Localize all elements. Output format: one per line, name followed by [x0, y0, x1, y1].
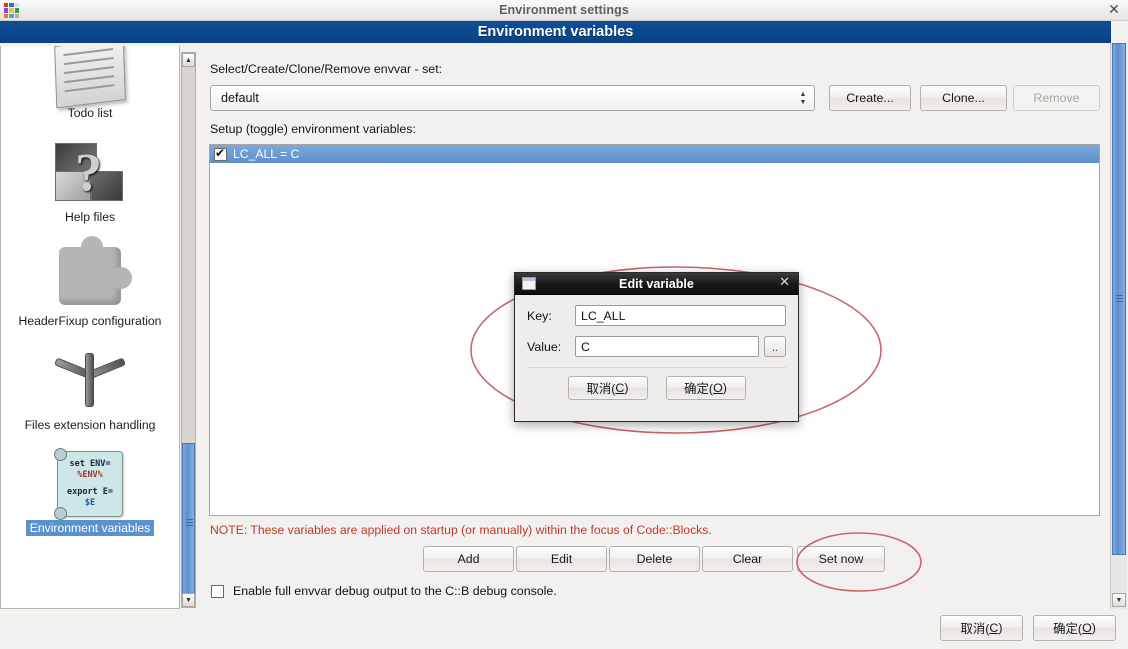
delete-button[interactable]: Delete: [609, 546, 700, 572]
row-label: LC_ALL = C: [233, 147, 300, 161]
browse-button[interactable]: ..: [764, 336, 786, 357]
dialog-close-icon[interactable]: ✕: [779, 275, 790, 290]
edit-button[interactable]: Edit: [516, 546, 607, 572]
page-scroll-down-icon[interactable]: ▼: [1112, 593, 1126, 607]
dialog-ok-accel: O: [713, 381, 723, 395]
value-field-row: Value: C ..: [527, 336, 786, 357]
dialog-cancel-accel: C: [615, 381, 625, 395]
page-scrollbar[interactable]: ▼: [1110, 43, 1127, 609]
table-row[interactable]: LC_ALL = C: [210, 145, 1099, 163]
ok-button-suffix: ): [1091, 621, 1096, 635]
chevron-updown-icon[interactable]: ▲ ▼: [797, 89, 809, 108]
sidebar-item-environment-variables[interactable]: set ENV= %ENV% export E= $E Environment …: [1, 442, 179, 544]
envvar-icon-line1: set ENV=: [69, 459, 111, 469]
dialog-cancel-button[interactable]: 取消(C): [567, 376, 648, 400]
envvar-icon-line3: export E=: [66, 487, 114, 497]
envvar-icon-line2: %ENV%: [77, 470, 103, 480]
dialog-ok-button[interactable]: 确定(O): [665, 376, 746, 400]
debug-output-checkbox-row[interactable]: Enable full envvar debug output to the C…: [211, 584, 557, 598]
create-button[interactable]: Create...: [829, 85, 911, 111]
set-now-button[interactable]: Set now: [797, 546, 885, 572]
dialog-cancel-text: 取消(: [586, 382, 616, 396]
app-window: Environment settings ✕ Environment varia…: [0, 0, 1128, 649]
todo-list-icon: [1, 46, 179, 109]
sidebar-item-help-files[interactable]: ? Help files: [1, 130, 179, 234]
sidebar-item-todo-list[interactable]: Todo list: [1, 46, 179, 130]
dialog-ok-suffix: ): [722, 381, 727, 395]
sidebar-item-label: Todo list: [67, 106, 113, 120]
key-input[interactable]: LC_ALL: [575, 305, 786, 326]
page-scrollbar-thumb[interactable]: [1112, 43, 1126, 555]
edit-variable-dialog: Edit variable ✕ Key: LC_ALL Value: C .. …: [514, 272, 799, 422]
key-field-row: Key: LC_ALL: [527, 305, 786, 326]
cancel-button[interactable]: 取消(C): [940, 615, 1023, 641]
sidebar-scrollbar[interactable]: ▲ ▼: [181, 52, 196, 608]
dialog-button-row: 取消(C) 确定(O): [527, 376, 786, 400]
page-title: Environment variables: [0, 21, 1111, 43]
scrollbar-grip-icon: [1116, 295, 1123, 303]
value-label: Value:: [527, 339, 562, 354]
dialog-separator: [527, 367, 786, 368]
clear-button[interactable]: Clear: [702, 546, 793, 572]
close-icon[interactable]: ✕: [1107, 2, 1121, 18]
row-checkbox[interactable]: [214, 146, 227, 161]
dialog-body: Key: LC_ALL Value: C .. 取消(C) 确定(O): [515, 295, 798, 400]
puzzle-piece-icon: [1, 236, 179, 312]
cancel-button-text: 取消(: [960, 622, 990, 636]
os-window-title: Environment settings: [499, 3, 629, 17]
envvar-set-select[interactable]: default ▲ ▼: [210, 85, 815, 111]
sidebar-item-label: HeaderFixup configuration: [18, 314, 162, 328]
debug-output-label: Enable full envvar debug output to the C…: [233, 584, 557, 598]
help-files-icon: ?: [1, 136, 179, 208]
scrollbar-grip-icon: [186, 519, 193, 527]
sidebar-item-headerfixup[interactable]: HeaderFixup configuration: [1, 234, 179, 338]
sidebar-item-label-selected: Environment variables: [25, 520, 155, 536]
key-label: Key:: [527, 308, 552, 323]
envvar-set-label: Select/Create/Clone/Remove envvar - set:: [210, 62, 443, 76]
sidebar-scrollbar-thumb[interactable]: [182, 443, 195, 603]
os-titlebar: Environment settings ✕: [0, 0, 1128, 21]
value-input[interactable]: C: [575, 336, 759, 357]
ok-button-accel: O: [1082, 621, 1092, 635]
remove-button: Remove: [1013, 85, 1100, 111]
envvar-icon-line4: $E: [84, 498, 96, 508]
scroll-down-icon[interactable]: ▼: [182, 593, 195, 607]
dialog-titlebar: Edit variable ✕: [515, 273, 798, 295]
envvar-set-value: default: [221, 91, 259, 105]
cancel-button-accel: C: [989, 621, 999, 635]
scroll-up-icon[interactable]: ▲: [182, 53, 195, 67]
window-icon: [522, 277, 536, 290]
clone-button[interactable]: Clone...: [920, 85, 1007, 111]
dialog-title-text: Edit variable: [619, 276, 694, 291]
dialog-action-bar: 取消(C) 确定(O): [940, 615, 1116, 641]
sidebar-item-label: Help files: [64, 210, 116, 224]
dialog-cancel-suffix: ): [624, 381, 629, 395]
cancel-button-suffix: ): [998, 621, 1003, 635]
dialog-ok-text: 确定(: [684, 382, 714, 396]
add-button[interactable]: Add: [423, 546, 514, 572]
jackstraw-icon: [1, 344, 179, 416]
sidebar-item-files-extension[interactable]: Files extension handling: [1, 338, 179, 442]
startup-note: NOTE: These variables are applied on sta…: [210, 523, 712, 537]
sidebar-item-label: Files extension handling: [24, 418, 156, 432]
settings-sidebar[interactable]: Todo list ? Help files HeaderFixup confi…: [0, 46, 180, 609]
ok-button-text: 确定(: [1053, 622, 1083, 636]
envvar-list-label: Setup (toggle) environment variables:: [210, 122, 416, 136]
ok-button[interactable]: 确定(O): [1033, 615, 1116, 641]
envvar-script-icon: set ENV= %ENV% export E= $E: [1, 448, 179, 520]
debug-output-checkbox[interactable]: [211, 584, 224, 598]
